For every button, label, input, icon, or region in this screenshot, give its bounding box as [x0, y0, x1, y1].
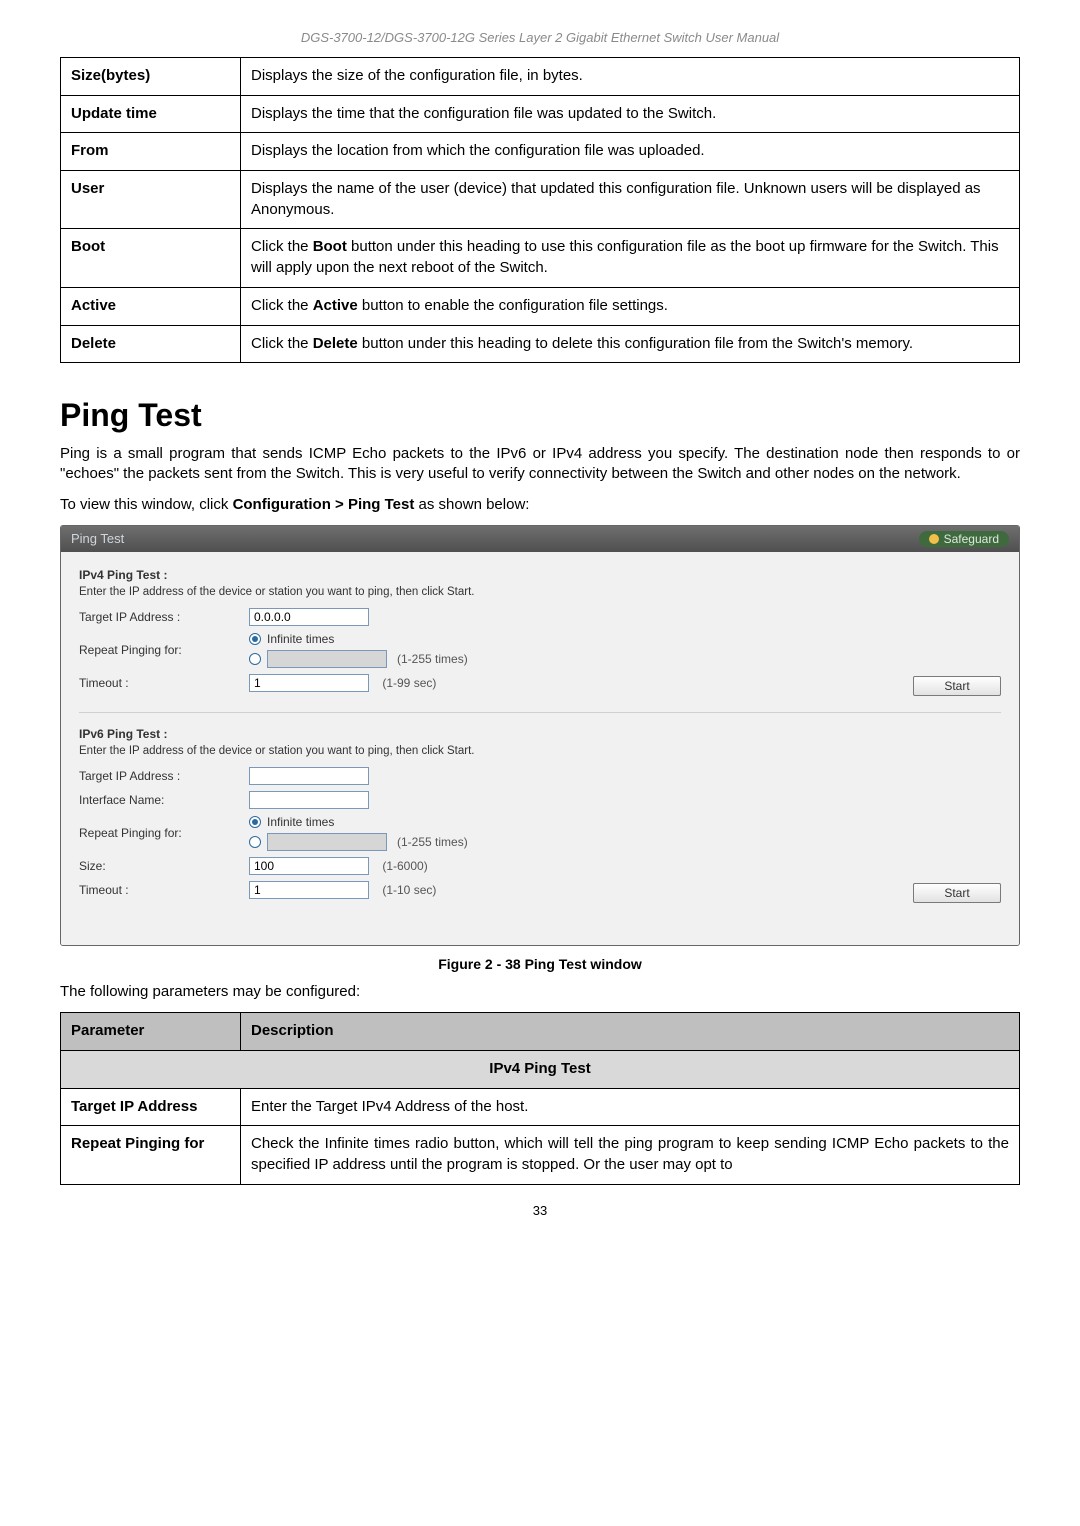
table-row-desc: Displays the location from which the con…: [241, 133, 1020, 171]
param-row-label: Target IP Address: [61, 1088, 241, 1126]
table-row-desc: Click the Active button to enable the co…: [241, 287, 1020, 325]
ipv4-count-input[interactable]: [267, 650, 387, 668]
ipv4-timeout-label: Timeout :: [79, 676, 249, 690]
safeguard-badge: Safeguard: [919, 531, 1009, 547]
radio-icon: [249, 836, 261, 848]
param-row-desc: Check the Infinite times radio button, w…: [241, 1126, 1020, 1184]
params-intro: The following parameters may be configur…: [60, 982, 1020, 1002]
ipv6-repeat-label: Repeat Pinging for:: [79, 826, 249, 840]
ipv6-size-suffix: (1-6000): [382, 859, 427, 873]
ipv4-hint-text: Enter the IP address of the device or st…: [79, 586, 474, 598]
screenshot-titlebar: Ping Test Safeguard: [61, 526, 1019, 552]
ipv4-start-button[interactable]: Start: [913, 676, 1001, 696]
table-row-label: User: [61, 171, 241, 229]
table-row-desc: Displays the name of the user (device) t…: [241, 171, 1020, 229]
doc-header: DGS-3700-12/DGS-3700-12G Series Layer 2 …: [60, 30, 1020, 45]
nav-instructions: To view this window, click Configuration…: [60, 495, 1020, 515]
ipv6-target-input[interactable]: [249, 767, 369, 785]
ipv6-hint-text: Enter the IP address of the device or st…: [79, 745, 474, 757]
ipv6-target-label: Target IP Address :: [79, 769, 249, 783]
table-row-label: From: [61, 133, 241, 171]
safeguard-label: Safeguard: [944, 532, 999, 546]
table-row-desc: Displays the time that the configuration…: [241, 95, 1020, 133]
table-row-label: Active: [61, 287, 241, 325]
param-row-label: Repeat Pinging for: [61, 1126, 241, 1184]
ipv4-count-suffix: (1-255 times): [397, 652, 468, 666]
ipv6-heading: IPv6 Ping Test :: [79, 727, 1001, 741]
ipv4-repeat-label: Repeat Pinging for:: [79, 643, 249, 657]
screenshot-title: Ping Test: [71, 531, 919, 546]
ipv4-heading: IPv4 Ping Test :: [79, 568, 1001, 582]
ipv4-infinite-label: Infinite times: [267, 632, 334, 646]
ipv4-hint: Enter the IP address of the device or st…: [79, 586, 1001, 598]
page-number: 33: [60, 1203, 1020, 1218]
radio-icon: [249, 653, 261, 665]
safeguard-icon: [929, 534, 939, 544]
divider: [79, 712, 1001, 713]
ipv6-iface-input[interactable]: [249, 791, 369, 809]
ipv4-target-label: Target IP Address :: [79, 610, 249, 624]
ipv4-count-radio[interactable]: (1-255 times): [249, 650, 468, 668]
ipv6-infinite-label: Infinite times: [267, 815, 334, 829]
table-row-label: Size(bytes): [61, 58, 241, 96]
radio-selected-icon: [249, 633, 261, 645]
ipv4-target-input[interactable]: [249, 608, 369, 626]
ping-test-screenshot: Ping Test Safeguard IPv4 Ping Test : Ent…: [60, 525, 1020, 946]
ipv6-count-radio[interactable]: (1-255 times): [249, 833, 468, 851]
ipv4-timeout-input[interactable]: [249, 674, 369, 692]
config-file-table: Size(bytes)Displays the size of the conf…: [60, 57, 1020, 363]
ipv6-timeout-input[interactable]: [249, 881, 369, 899]
section-title: Ping Test: [60, 397, 1020, 434]
nav-post: as shown below:: [414, 496, 529, 513]
figure-caption: Figure 2 - 38 Ping Test window: [60, 956, 1020, 972]
ipv4-timeout-suffix: (1-99 sec): [382, 676, 436, 690]
table-row-label: Update time: [61, 95, 241, 133]
ipv6-infinite-radio[interactable]: Infinite times: [249, 815, 468, 829]
param-row-desc: Enter the Target IPv4 Address of the hos…: [241, 1088, 1020, 1126]
table-row-desc: Displays the size of the configuration f…: [241, 58, 1020, 96]
parameters-table: Parameter Description IPv4 Ping Test Tar…: [60, 1012, 1020, 1184]
ipv6-hint: Enter the IP address of the device or st…: [79, 745, 1001, 757]
ipv6-size-label: Size:: [79, 859, 249, 873]
ipv6-timeout-suffix: (1-10 sec): [382, 883, 436, 897]
table-row-desc: Click the Boot button under this heading…: [241, 229, 1020, 287]
ipv6-start-button[interactable]: Start: [913, 883, 1001, 903]
ipv6-count-input[interactable]: [267, 833, 387, 851]
table-row-label: Delete: [61, 325, 241, 363]
section-intro: Ping is a small program that sends ICMP …: [60, 444, 1020, 485]
radio-selected-icon: [249, 816, 261, 828]
table-row-label: Boot: [61, 229, 241, 287]
ipv6-size-input[interactable]: [249, 857, 369, 875]
nav-pre: To view this window, click: [60, 496, 233, 513]
ipv6-iface-label: Interface Name:: [79, 793, 249, 807]
ipv6-timeout-label: Timeout :: [79, 883, 249, 897]
param-col-header: Parameter: [61, 1013, 241, 1051]
table-row-desc: Click the Delete button under this headi…: [241, 325, 1020, 363]
params-subheader: IPv4 Ping Test: [61, 1050, 1020, 1088]
nav-path: Configuration > Ping Test: [233, 496, 415, 513]
ipv4-infinite-radio[interactable]: Infinite times: [249, 632, 468, 646]
ipv6-count-suffix: (1-255 times): [397, 835, 468, 849]
desc-col-header: Description: [241, 1013, 1020, 1051]
